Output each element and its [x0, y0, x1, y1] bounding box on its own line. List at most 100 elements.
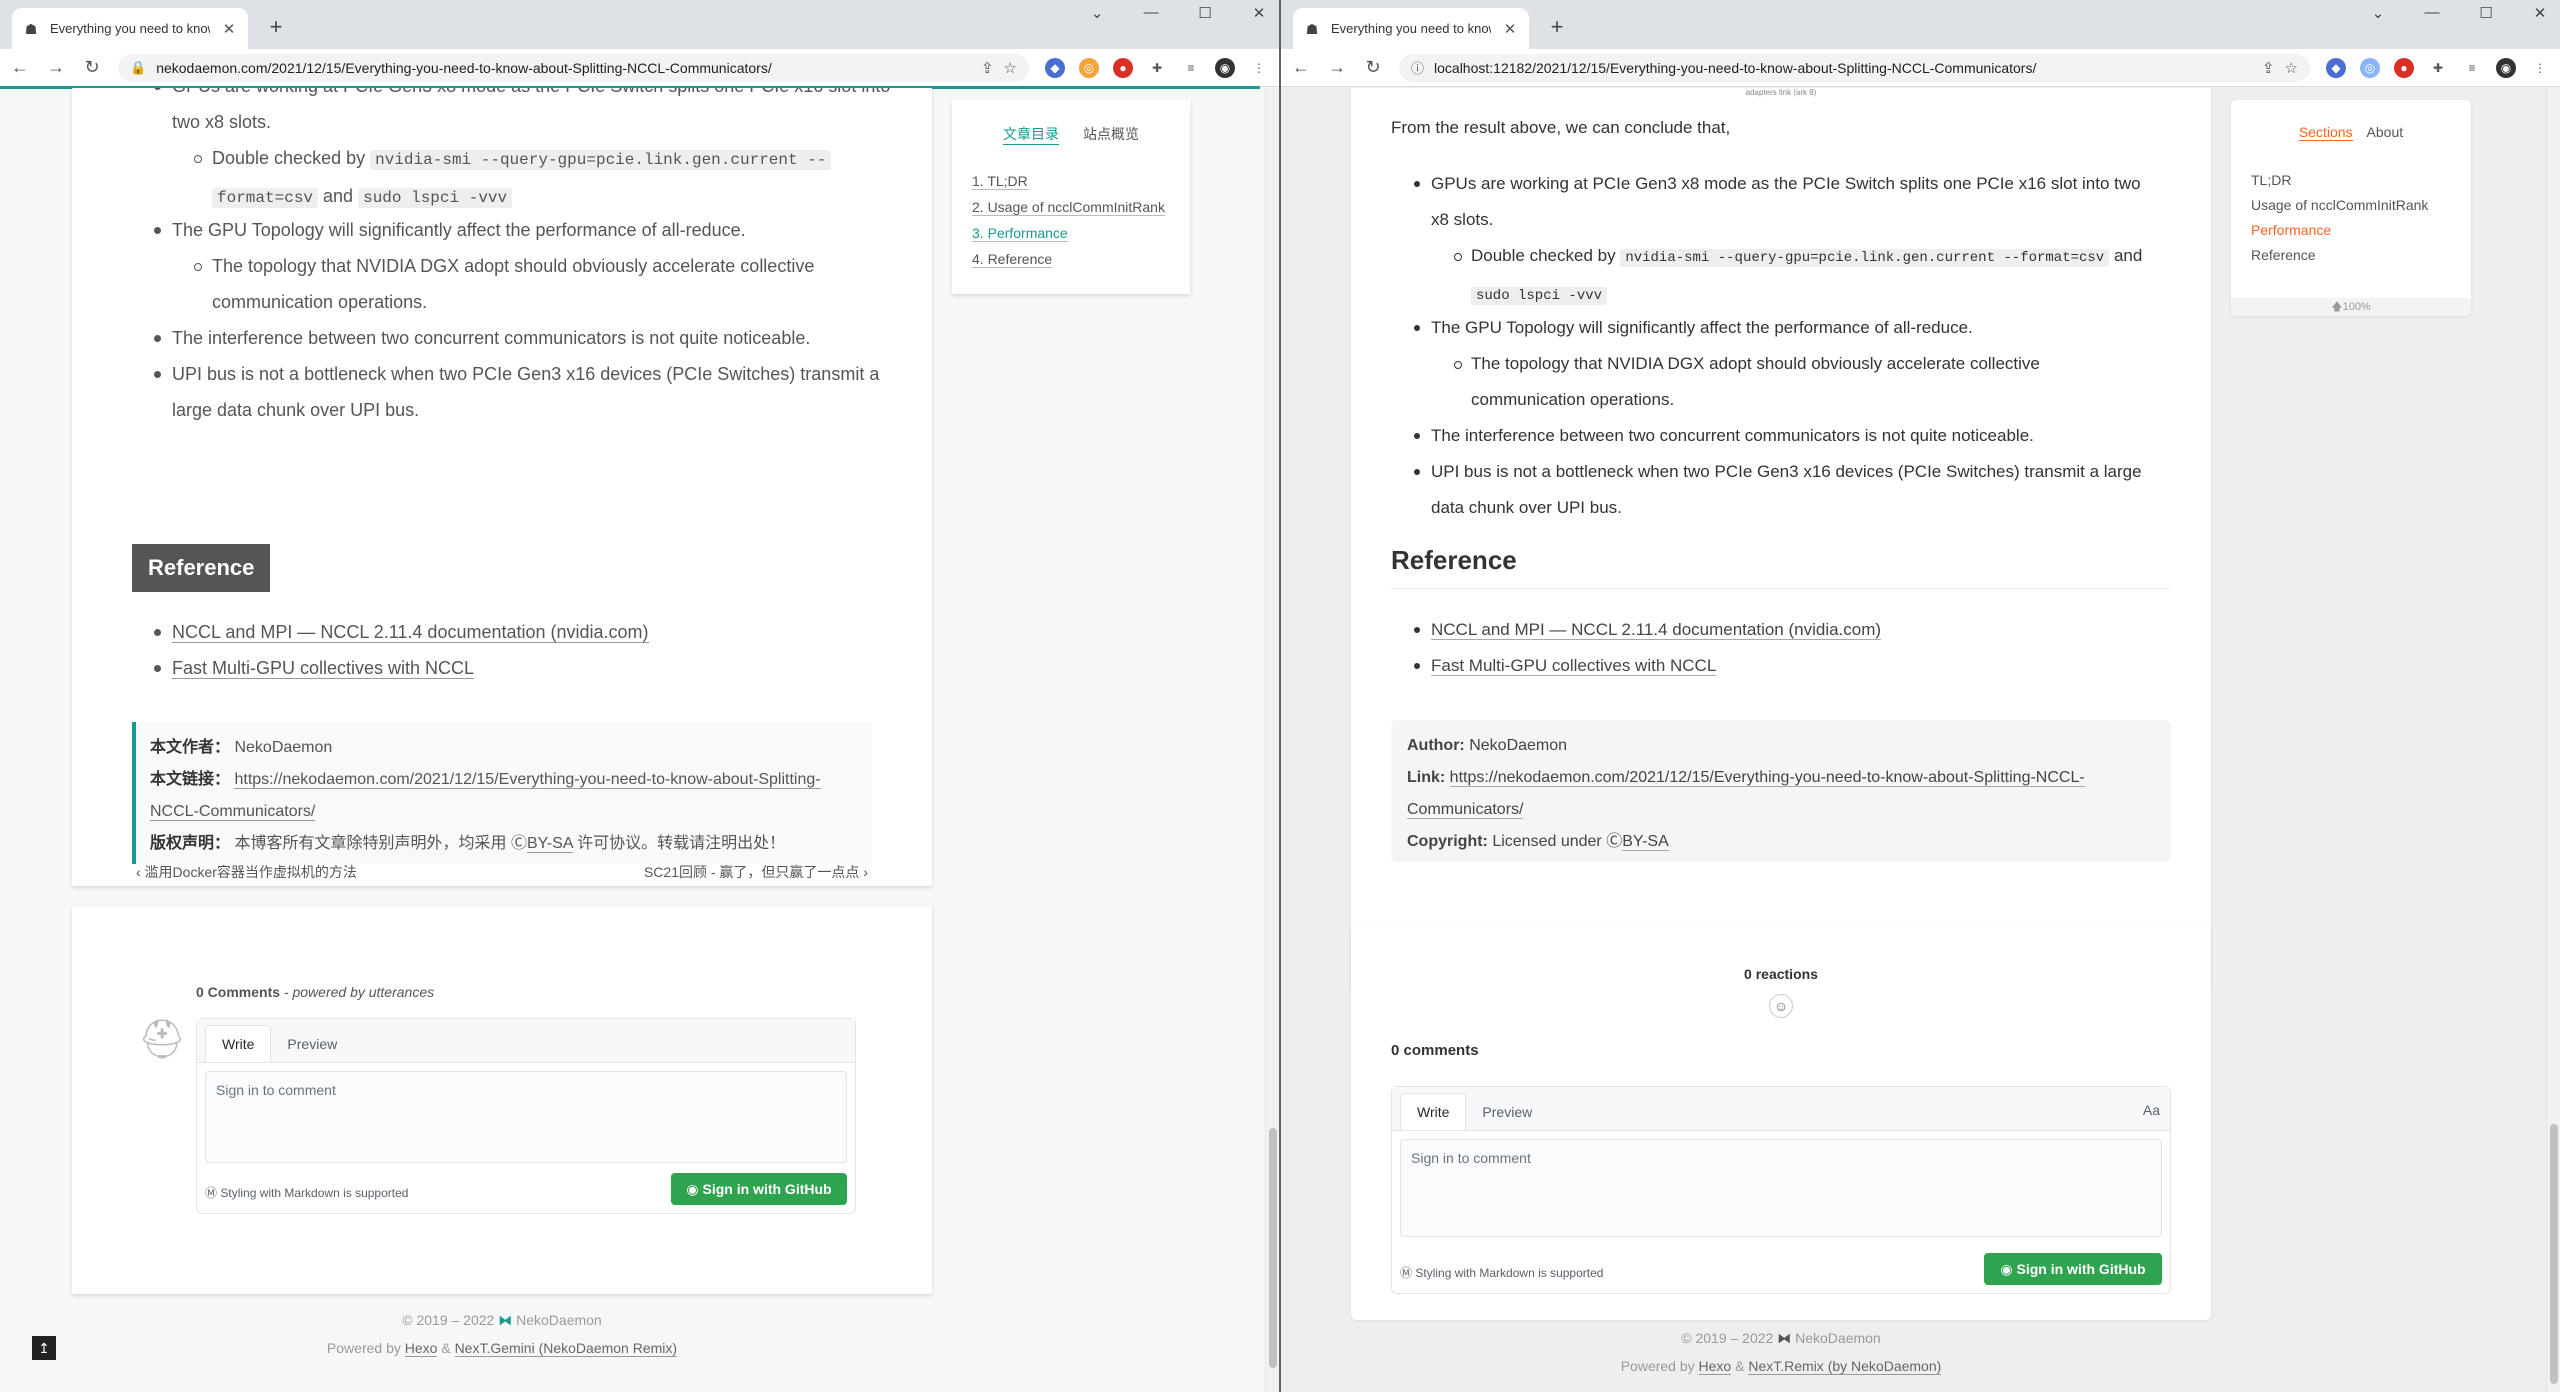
menu-kebab-icon[interactable]: ⋮ — [2530, 58, 2550, 78]
reload-icon[interactable]: ↻ — [82, 57, 102, 78]
tab-search-icon[interactable]: ⌄ — [2366, 4, 2390, 22]
extension-ring-icon[interactable]: ◎ — [2360, 57, 2380, 78]
tab-preview[interactable]: Preview — [271, 1026, 353, 1062]
back-icon[interactable]: ← — [1291, 57, 1311, 78]
sign-in-github-button[interactable]: ◉ Sign in with GitHub — [1984, 1253, 2162, 1285]
comment-count: 0 comments — [1391, 1042, 1479, 1059]
hexo-link[interactable]: Hexo — [404, 1340, 438, 1357]
new-tab-icon[interactable]: + — [262, 14, 290, 40]
tab-sections[interactable]: Sections — [2298, 124, 2353, 141]
toc-item[interactable]: 4. Reference — [972, 246, 1165, 272]
address-bar[interactable]: ⓘ localhost:12182/2021/12/15/Everything-… — [1399, 53, 2310, 82]
tab-preview[interactable]: Preview — [1466, 1094, 1548, 1130]
scrollbar[interactable] — [1265, 88, 1279, 1392]
toc-item-active[interactable]: 3. Performance — [972, 220, 1165, 246]
toc-item[interactable]: 2. Usage of ncclCommInitRank — [972, 194, 1165, 220]
share-icon[interactable]: ⇪ — [2262, 59, 2275, 77]
tab-write[interactable]: Write — [1400, 1093, 1467, 1130]
reference-link[interactable]: NCCL and MPI — NCCL 2.11.4 documentation… — [172, 622, 649, 643]
extensions-puzzle-icon[interactable]: ✚ — [2428, 58, 2448, 78]
scroll-progress[interactable]: 🡅100% — [2231, 298, 2471, 316]
toc-item[interactable]: Usage of ncclCommInitRank — [2251, 193, 2428, 218]
close-tab-icon[interactable]: ✕ — [1501, 20, 1519, 38]
reload-icon[interactable]: ↻ — [1363, 57, 1383, 78]
reading-list-icon[interactable]: ≡ — [1181, 58, 1201, 78]
sign-in-github-button[interactable]: ◉ Sign in with GitHub — [671, 1173, 847, 1205]
author-name: NekoDaemon — [234, 739, 333, 756]
permalink[interactable]: https://nekodaemon.com/2021/12/15/Everyt… — [234, 771, 821, 789]
comment-textarea[interactable]: Sign in to comment — [205, 1071, 847, 1163]
prev-post-link[interactable]: ‹ 滥用Docker容器当作虚拟机的方法 — [136, 854, 357, 890]
tab-toc[interactable]: 文章目录 — [1003, 124, 1059, 145]
reading-list-icon[interactable]: ≡ — [2462, 58, 2482, 78]
close-window-icon[interactable]: ✕ — [2528, 4, 2552, 22]
comment-textarea[interactable]: Sign in to comment — [1400, 1139, 2162, 1237]
toc-item-active[interactable]: Performance — [2251, 218, 2428, 243]
minimize-icon[interactable]: — — [2420, 4, 2444, 22]
extension-shield-icon[interactable]: ◆ — [2326, 57, 2346, 78]
scrollbar-thumb[interactable] — [2550, 1124, 2558, 1384]
add-reaction-icon[interactable]: ☺ — [1769, 994, 1793, 1018]
permalink[interactable]: https://nekodaemon.com/2021/12/15/Everyt… — [1449, 769, 2085, 787]
tab-about[interactable]: About — [2367, 124, 2404, 141]
profile-avatar-icon[interactable]: ◉ — [2496, 57, 2516, 78]
copyright-years: © 2019 – 2022 — [1681, 1330, 1774, 1346]
address-bar[interactable]: 🔒 nekodaemon.com/2021/12/15/Everything-y… — [118, 53, 1029, 82]
reference-link[interactable]: NCCL and MPI — NCCL 2.11.4 documentation… — [1431, 620, 1882, 640]
info-icon[interactable]: ⓘ — [1411, 58, 1424, 77]
license-link[interactable]: BY-SA — [526, 835, 573, 853]
theme-link[interactable]: NexT.Gemini (NekoDaemon Remix) — [454, 1340, 678, 1357]
browser-tab[interactable]: ☗ Everything you need to know ab ✕ — [1293, 8, 1529, 49]
maximize-icon[interactable]: ☐ — [1193, 4, 1217, 22]
maximize-icon[interactable]: ☐ — [2474, 4, 2498, 22]
scrollbar-thumb[interactable] — [1269, 1128, 1277, 1368]
site-footer: © 2019 – 2022 ⧓ NekoDaemon Powered by He… — [1351, 1324, 2211, 1380]
next-post-link[interactable]: SC21回顾 - 赢了，但只赢了一点点 › — [644, 854, 868, 890]
link-label: Link: — [1407, 769, 1446, 786]
lock-icon[interactable]: 🔒 — [130, 60, 146, 76]
tab-write[interactable]: Write — [205, 1025, 272, 1062]
license-link[interactable]: BY-SA — [1622, 833, 1669, 851]
footer-heart-icon: ⧓ — [1777, 1330, 1792, 1346]
extension-shield-icon[interactable]: ◆ — [1045, 57, 1065, 78]
tab-search-icon[interactable]: ⌄ — [1085, 4, 1109, 22]
back-icon[interactable]: ← — [10, 57, 30, 78]
new-tab-icon[interactable]: + — [1543, 14, 1571, 40]
extension-badge-icon[interactable]: ● — [1113, 57, 1133, 78]
toc-item[interactable]: TL;DR — [2251, 168, 2428, 193]
close-window-icon[interactable]: ✕ — [1247, 4, 1271, 22]
bullet-text: and — [323, 186, 354, 206]
hexo-link[interactable]: Hexo — [1698, 1358, 1732, 1375]
list-item: The topology that NVIDIA DGX adopt shoul… — [193, 248, 814, 320]
cc-icon: Ⓒ — [510, 835, 527, 852]
back-to-top-button[interactable]: ↥ — [32, 1336, 56, 1360]
scrollbar[interactable] — [2546, 88, 2560, 1392]
copyright-text: 本博客所有文章除特别声明外，均采用 — [234, 835, 507, 852]
menu-kebab-icon[interactable]: ⋮ — [1249, 58, 1269, 78]
share-icon[interactable]: ⇪ — [981, 59, 994, 77]
forward-icon[interactable]: → — [1327, 57, 1347, 78]
markdown-note: Ⓜ Styling with Markdown is supported — [1400, 1264, 1603, 1281]
extension-badge-icon[interactable]: ● — [2394, 57, 2414, 78]
permalink[interactable]: Communicators/ — [1407, 801, 1524, 819]
browser-tab[interactable]: ☗ Everything you need to know ab ✕ — [12, 8, 248, 49]
author-name: NekoDaemon — [1469, 737, 1568, 754]
bullet-text: The GPU Topology will significantly affe… — [172, 220, 746, 240]
close-tab-icon[interactable]: ✕ — [220, 20, 238, 38]
minimize-icon[interactable]: — — [1139, 4, 1163, 22]
text-format-icon[interactable]: Aa — [2143, 1102, 2160, 1118]
reference-link[interactable]: Fast Multi-GPU collectives with NCCL — [1431, 656, 1717, 676]
toc-item[interactable]: Reference — [2251, 243, 2428, 268]
tab-strip: ☗ Everything you need to know ab ✕ + ⌄ —… — [1281, 0, 2560, 49]
toc-item[interactable]: 1. TL;DR — [972, 168, 1165, 194]
permalink[interactable]: NCCL-Communicators/ — [150, 803, 316, 821]
bookmark-star-icon[interactable]: ☆ — [2285, 59, 2298, 77]
profile-avatar-icon[interactable]: ◉ — [1215, 57, 1235, 78]
tab-overview[interactable]: 站点概览 — [1083, 124, 1139, 145]
bookmark-star-icon[interactable]: ☆ — [1004, 59, 1017, 77]
extension-ring-icon[interactable]: ◎ — [1079, 57, 1099, 78]
theme-link[interactable]: NexT.Remix (by NekoDaemon) — [1748, 1358, 1942, 1375]
reference-link[interactable]: Fast Multi-GPU collectives with NCCL — [172, 658, 475, 679]
extensions-puzzle-icon[interactable]: ✚ — [1147, 58, 1167, 78]
forward-icon[interactable]: → — [46, 57, 66, 78]
